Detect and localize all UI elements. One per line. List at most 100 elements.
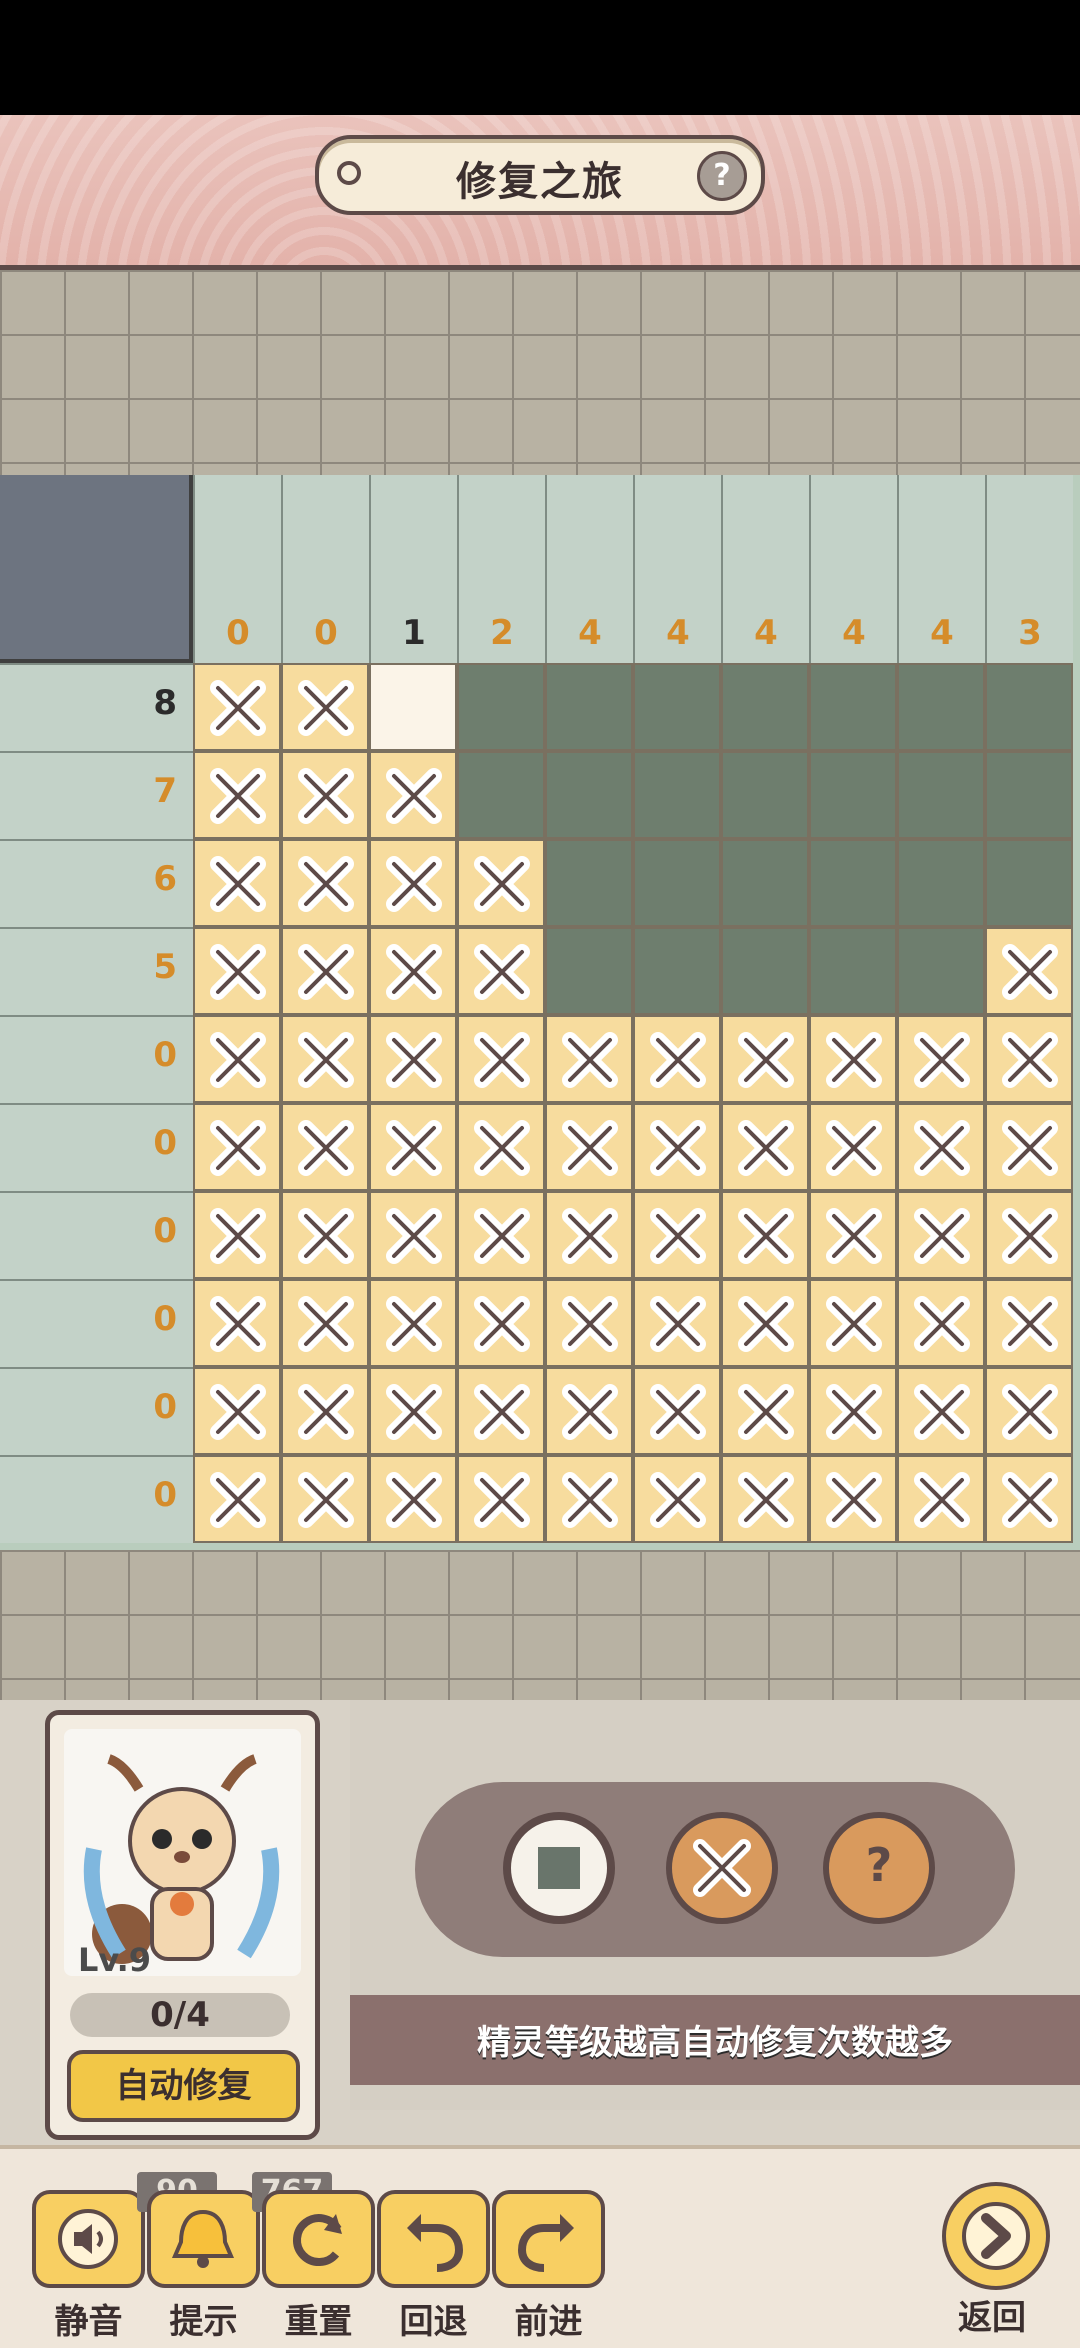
auto-repair-button[interactable]: 自动修复 [67,2050,300,2122]
crossed-cell[interactable] [193,1455,281,1543]
crossed-cell[interactable] [721,1103,809,1191]
crossed-cell[interactable] [721,1191,809,1279]
crossed-cell[interactable] [985,927,1073,1015]
crossed-cell[interactable] [633,1455,721,1543]
crossed-cell[interactable] [281,1367,369,1455]
crossed-cell[interactable] [193,1191,281,1279]
crossed-cell[interactable] [985,1191,1073,1279]
filled-cell[interactable] [545,663,633,751]
crossed-cell[interactable] [193,927,281,1015]
filled-cell[interactable] [897,839,985,927]
crossed-cell[interactable] [633,1191,721,1279]
crossed-cell[interactable] [985,1455,1073,1543]
crossed-cell[interactable] [281,1279,369,1367]
help-button[interactable]: ? [697,151,747,201]
crossed-cell[interactable] [369,1191,457,1279]
crossed-cell[interactable] [457,1015,545,1103]
crossed-cell[interactable] [721,1455,809,1543]
crossed-cell[interactable] [369,751,457,839]
filled-cell[interactable] [633,751,721,839]
crossed-cell[interactable] [809,1103,897,1191]
filled-cell[interactable] [633,927,721,1015]
crossed-cell[interactable] [721,1279,809,1367]
filled-cell[interactable] [457,663,545,751]
crossed-cell[interactable] [897,1455,985,1543]
crossed-cell[interactable] [281,839,369,927]
crossed-cell[interactable] [369,1455,457,1543]
crossed-cell[interactable] [369,1015,457,1103]
crossed-cell[interactable] [809,1279,897,1367]
filled-cell[interactable] [897,663,985,751]
filled-cell[interactable] [545,927,633,1015]
crossed-cell[interactable] [545,1279,633,1367]
crossed-cell[interactable] [193,1103,281,1191]
crossed-cell[interactable] [985,1367,1073,1455]
crossed-cell[interactable] [985,1103,1073,1191]
filled-cell[interactable] [897,751,985,839]
filled-cell[interactable] [457,751,545,839]
crossed-cell[interactable] [633,1279,721,1367]
redo-button[interactable]: 前进 [492,2190,605,2342]
crossed-cell[interactable] [281,1455,369,1543]
filled-cell[interactable] [809,839,897,927]
crossed-cell[interactable] [281,1191,369,1279]
crossed-cell[interactable] [897,1191,985,1279]
filled-cell[interactable] [809,927,897,1015]
crossed-cell[interactable] [985,1279,1073,1367]
crossed-cell[interactable] [545,1191,633,1279]
crossed-cell[interactable] [457,839,545,927]
crossed-cell[interactable] [369,1367,457,1455]
crossed-cell[interactable] [633,1367,721,1455]
crossed-cell[interactable] [193,1015,281,1103]
crossed-cell[interactable] [281,1015,369,1103]
empty-cell[interactable] [369,663,457,751]
filled-cell[interactable] [633,839,721,927]
crossed-cell[interactable] [457,1191,545,1279]
crossed-cell[interactable] [545,1015,633,1103]
crossed-cell[interactable] [281,1103,369,1191]
undo-button[interactable]: 回退 [377,2190,490,2342]
back-button[interactable] [942,2182,1050,2290]
filled-cell[interactable] [985,663,1073,751]
question-tool-button[interactable]: ? [823,1812,935,1924]
fill-tool-button[interactable] [503,1812,615,1924]
crossed-cell[interactable] [545,1455,633,1543]
crossed-cell[interactable] [193,839,281,927]
crossed-cell[interactable] [457,1455,545,1543]
crossed-cell[interactable] [721,1015,809,1103]
reset-button[interactable]: 重置 [262,2190,375,2342]
filled-cell[interactable] [721,839,809,927]
crossed-cell[interactable] [809,1367,897,1455]
crossed-cell[interactable] [897,1015,985,1103]
crossed-cell[interactable] [281,663,369,751]
filled-cell[interactable] [985,839,1073,927]
filled-cell[interactable] [545,839,633,927]
crossed-cell[interactable] [985,1015,1073,1103]
filled-cell[interactable] [809,751,897,839]
crossed-cell[interactable] [633,1015,721,1103]
filled-cell[interactable] [985,751,1073,839]
crossed-cell[interactable] [721,1367,809,1455]
crossed-cell[interactable] [281,927,369,1015]
crossed-cell[interactable] [193,663,281,751]
crossed-cell[interactable] [633,1103,721,1191]
crossed-cell[interactable] [809,1455,897,1543]
crossed-cell[interactable] [897,1279,985,1367]
crossed-cell[interactable] [369,1279,457,1367]
filled-cell[interactable] [809,663,897,751]
filled-cell[interactable] [633,663,721,751]
crossed-cell[interactable] [457,1367,545,1455]
crossed-cell[interactable] [369,1103,457,1191]
crossed-cell[interactable] [457,927,545,1015]
crossed-cell[interactable] [193,751,281,839]
crossed-cell[interactable] [281,751,369,839]
crossed-cell[interactable] [897,1103,985,1191]
crossed-cell[interactable] [897,1367,985,1455]
crossed-cell[interactable] [369,927,457,1015]
crossed-cell[interactable] [809,1015,897,1103]
filled-cell[interactable] [721,751,809,839]
filled-cell[interactable] [897,927,985,1015]
crossed-cell[interactable] [809,1191,897,1279]
crossed-cell[interactable] [545,1367,633,1455]
filled-cell[interactable] [545,751,633,839]
